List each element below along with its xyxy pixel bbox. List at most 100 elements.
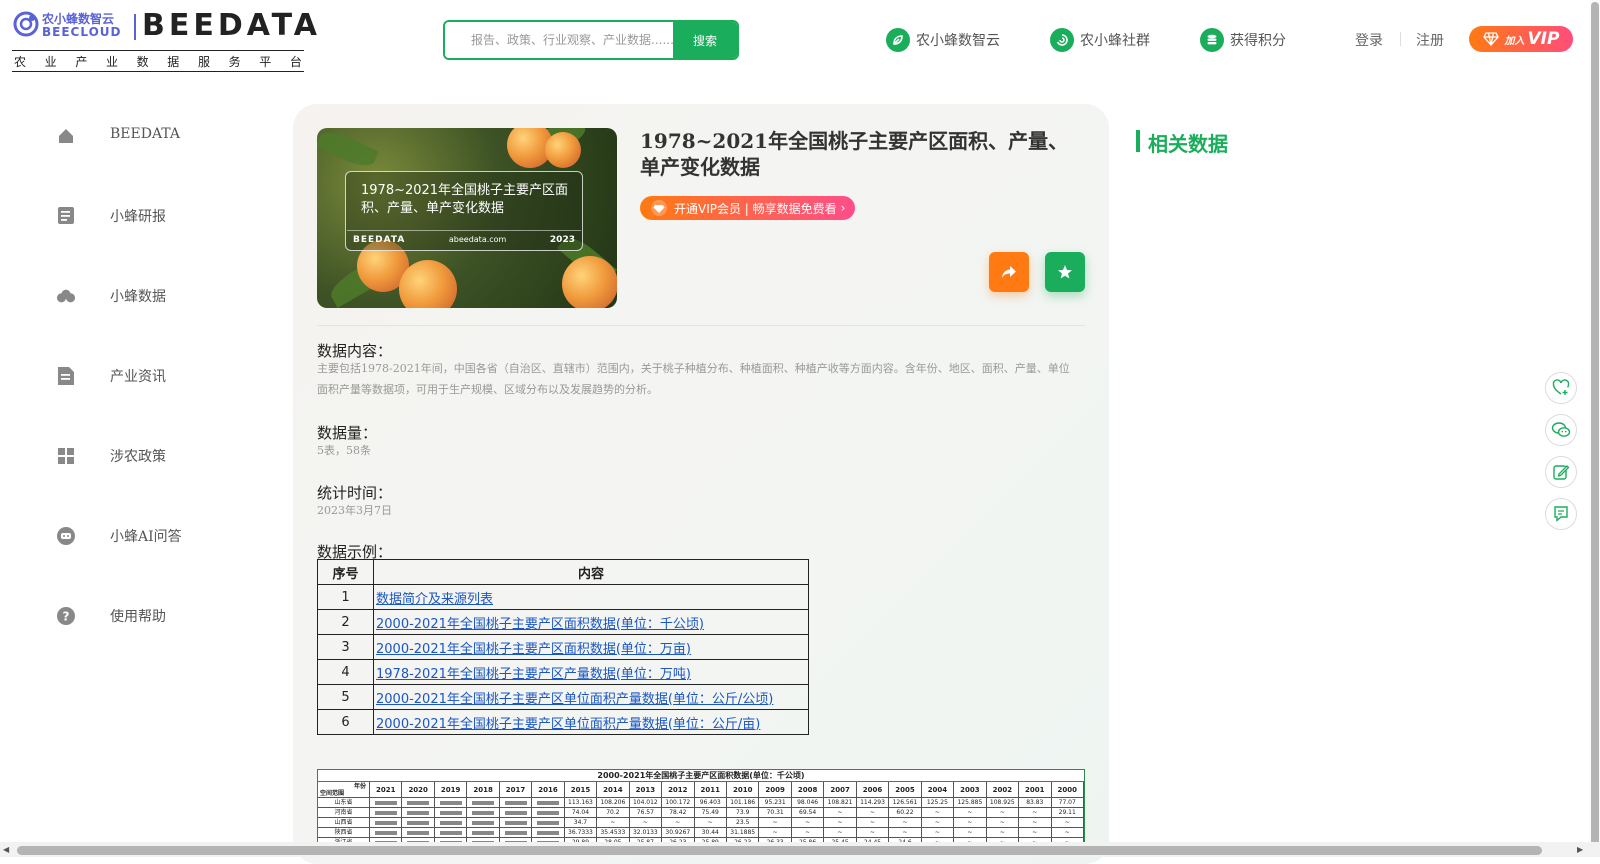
preview-cell: 83.83 (1019, 798, 1052, 807)
preview-cell: ~ (954, 828, 987, 837)
sidebar-item-help[interactable]: ? 使用帮助 (56, 604, 166, 628)
community-icon (1050, 28, 1074, 52)
help-icon: ? (56, 606, 76, 626)
cover-site: abeedata.com (448, 235, 507, 244)
login-link[interactable]: 登录 (1355, 30, 1383, 50)
heart-plus-icon (1552, 379, 1570, 395)
sidebar-item-beedata[interactable]: BEEDATA (56, 124, 180, 148)
slogan-char: 据 (167, 55, 180, 69)
preview-cell (500, 798, 533, 807)
vertical-scrollbar-thumb[interactable] (1591, 2, 1599, 847)
scroll-right-arrow-icon[interactable]: ▶ (1577, 845, 1583, 854)
favorite-button[interactable] (1045, 252, 1085, 292)
horizontal-scrollbar-thumb[interactable] (17, 846, 1542, 855)
preview-cell: ~ (824, 818, 857, 827)
preview-cell: 108.925 (987, 798, 1020, 807)
preview-year-header: 2021 (370, 782, 403, 797)
topnav-points-link[interactable]: 获得积分 (1200, 28, 1286, 52)
preview-year-header: 2009 (759, 782, 792, 797)
site-logo[interactable]: 农小蜂数智云 BEECLOUD BEEDATA 农 业 产 业 数 据 服 务 … (12, 8, 317, 72)
sidebar-item-label: 涉农政策 (110, 449, 166, 465)
table-row-link[interactable]: 2000-2021年全国桃子主要产区面积数据(单位：千公顷) (376, 617, 704, 632)
row-number: 3 (317, 634, 374, 660)
brand-wordmark: BEEDATA (142, 8, 321, 43)
topnav-community-link[interactable]: 农小蜂社群 (1050, 28, 1150, 52)
preview-cell: 70.2 (597, 808, 630, 817)
vip-promo-banner[interactable]: 开通VIP会员 | 畅享数据免费看 › (640, 196, 856, 220)
preview-cell: ~ (922, 808, 955, 817)
register-link[interactable]: 注册 (1416, 30, 1444, 50)
search-button[interactable]: 搜索 (673, 22, 737, 58)
slogan-char: 平 (259, 55, 272, 69)
share-button[interactable] (989, 252, 1029, 292)
table-row-link[interactable]: 数据简介及来源列表 (376, 592, 493, 607)
preview-cell (435, 828, 468, 837)
table-row: 5 2000-2021年全国桃子主要产区单位面积产量数据(单位：公斤/公顷) (317, 684, 809, 710)
sidebar-item-label: BEEDATA (110, 126, 180, 142)
slogan-char: 业 (44, 55, 57, 69)
preview-cell: 125.25 (922, 798, 955, 807)
slogan-char: 服 (197, 55, 210, 69)
preview-row: 河南省 74.04 70.2 76.57 78.42 75.49 73.9 70.31 69.5… (318, 808, 1084, 818)
join-vip-button[interactable]: 加入 VIP (1469, 26, 1573, 52)
preview-year-header: 2005 (889, 782, 922, 797)
preview-body: 山东省 113.163 108.206 104.012 100.172 96.403 101… (318, 798, 1084, 844)
table-row: 4 1978-2021年全国桃子主要产区产量数据(单位：万吨) (317, 659, 809, 685)
preview-cell: 75.49 (695, 808, 727, 817)
preview-cell: ~ (954, 818, 987, 827)
sidebar-item-data[interactable]: 小蜂数据 (56, 284, 166, 308)
preview-cell: 113.163 (565, 798, 598, 807)
preview-cell: ~ (759, 818, 792, 827)
sidebar-item-ai-qa[interactable]: 小蜂AI问答 (56, 524, 182, 548)
slogan-char: 产 (75, 55, 88, 69)
sidebar-item-policy[interactable]: 涉农政策 (56, 444, 166, 468)
preview-cell: 31.1885 (727, 828, 760, 837)
vip-label: VIP (1527, 29, 1560, 49)
topnav-beecloud-link[interactable]: 农小蜂数智云 (886, 28, 1000, 52)
blurred-value (407, 810, 430, 815)
table-row-link[interactable]: 2000-2021年全国桃子主要产区面积数据(单位：万亩) (376, 642, 691, 657)
blurred-value (472, 810, 495, 815)
search-bar: 搜索 (443, 20, 739, 60)
preview-row: 陕西省 36.7333 35.4533 32.0133 30.9267 30.44 31.1… (318, 828, 1084, 838)
preview-cell: 30.9267 (662, 828, 695, 837)
preview-cell: ~ (597, 818, 630, 827)
sidebar-item-news[interactable]: 产业资讯 (56, 364, 166, 388)
search-input[interactable] (445, 22, 673, 58)
scroll-left-arrow-icon[interactable]: ◀ (3, 845, 9, 854)
blurred-value (439, 820, 462, 825)
row-number: 2 (317, 609, 374, 635)
edit-float-button[interactable] (1545, 456, 1577, 488)
wechat-float-button[interactable] (1545, 414, 1577, 446)
table-header-content: 内容 (373, 559, 809, 585)
preview-year-header: 2014 (597, 782, 630, 797)
slogan-char: 务 (228, 55, 241, 69)
vip-promo-text: 开通VIP会员 | 畅享数据免费看 (674, 201, 837, 216)
preview-cell (500, 818, 533, 827)
preview-cell: ~ (1052, 828, 1084, 837)
preview-cell: ~ (857, 818, 890, 827)
preview-cell (467, 828, 500, 837)
table-row-link[interactable]: 2000-2021年全国桃子主要产区单位面积产量数据(单位：公斤/亩) (376, 717, 760, 732)
preview-cell: 76.57 (630, 808, 663, 817)
preview-cell (402, 818, 435, 827)
table-row-link[interactable]: 2000-2021年全国桃子主要产区单位面积产量数据(单位：公斤/公顷) (376, 692, 773, 707)
feedback-float-button[interactable] (1545, 498, 1577, 530)
sidebar-item-label: 产业资讯 (110, 369, 166, 385)
page-title: 1978~2021年全国桃子主要产区面积、产量、单产变化数据 (640, 129, 1069, 179)
blurred-value (407, 800, 430, 805)
vip-prefix: 加入 (1504, 35, 1525, 47)
topnav-beecloud-label: 农小蜂数智云 (916, 33, 1000, 49)
preview-cell (370, 798, 403, 807)
preview-cell (467, 808, 500, 817)
preview-year-header: 2000 (1052, 782, 1084, 797)
preview-cell: ~ (1019, 818, 1052, 827)
sidebar-item-reports[interactable]: 小蜂研报 (56, 204, 166, 228)
preview-cell: 126.561 (889, 798, 922, 807)
table-row-link[interactable]: 1978-2021年全国桃子主要产区产量数据(单位：万吨) (376, 667, 691, 682)
slogan-char: 台 (289, 55, 302, 69)
favorite-float-button[interactable] (1545, 372, 1577, 404)
data-preview-image: 2000-2021年全国桃子主要产区面积数据(单位：千公顷) 年份 空间范围 2… (317, 769, 1085, 845)
preview-cell: 108.821 (824, 798, 857, 807)
preview-cell: ~ (889, 828, 922, 837)
